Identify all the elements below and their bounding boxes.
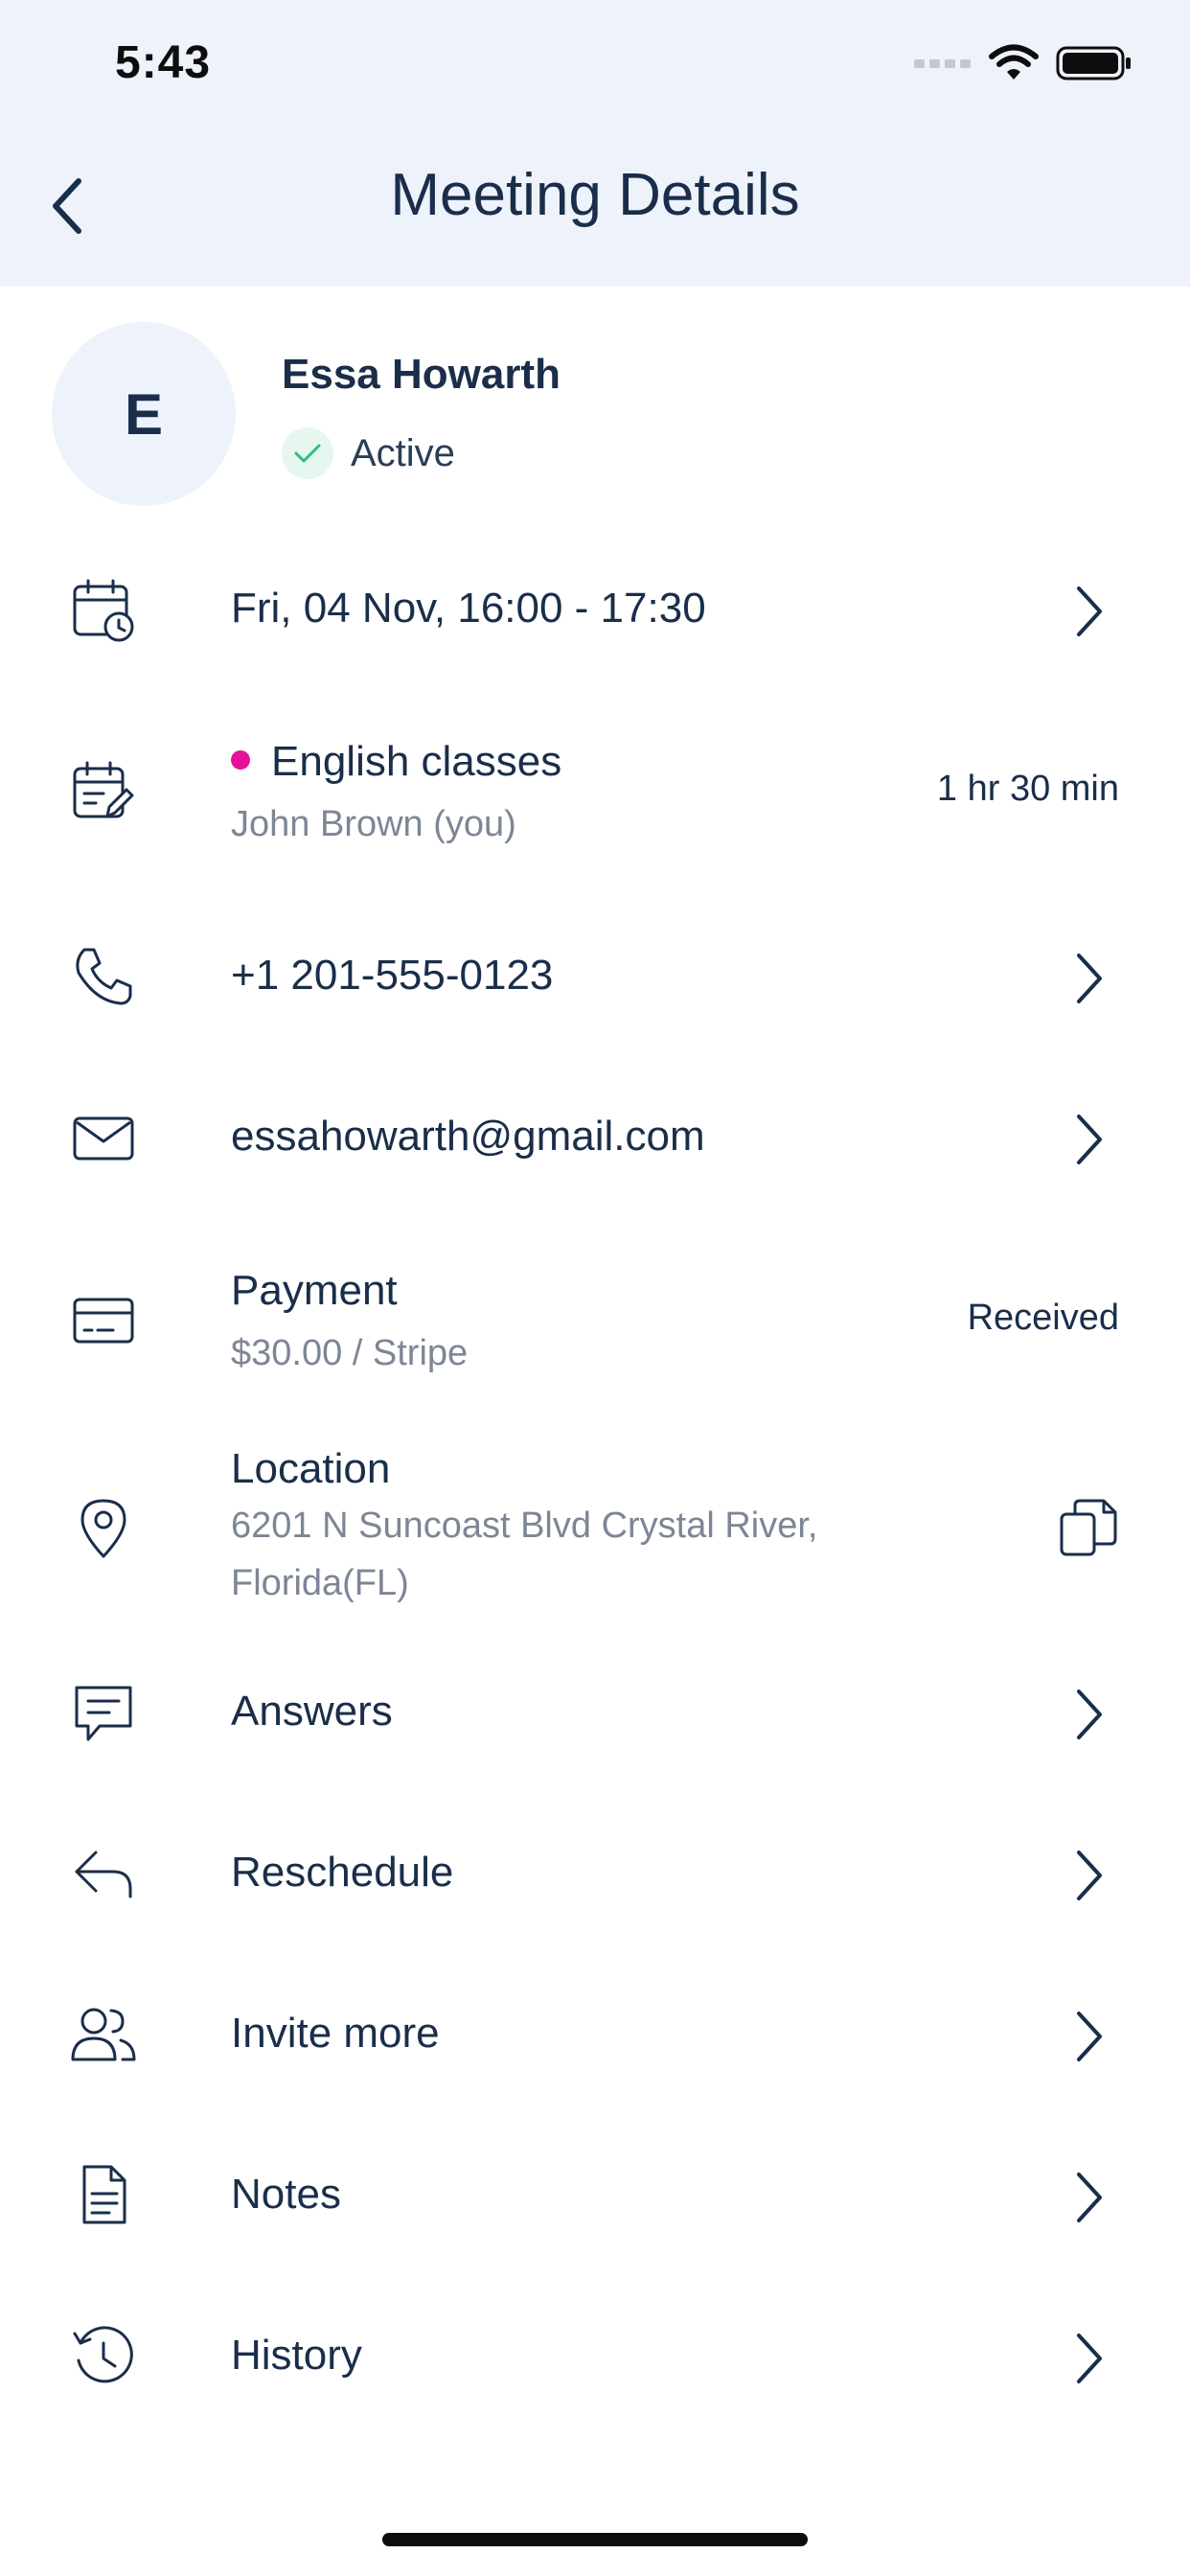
phone-row[interactable]: +1 201-555-0123 — [0, 925, 1190, 1030]
location-address-line2: Florida(FL) — [231, 1563, 409, 1603]
location-title: Location — [231, 1445, 391, 1492]
phone-icon — [76, 948, 132, 1005]
chevron-right-icon — [1077, 1690, 1102, 1739]
notes-label: Notes — [231, 2171, 341, 2218]
datetime-text: Fri, 04 Nov, 16:00 - 17:30 — [231, 585, 706, 632]
location-address-line1: 6201 N Suncoast Blvd Crystal River, — [231, 1506, 818, 1546]
event-duration: 1 hr 30 min — [936, 769, 1119, 809]
answers-label: Answers — [231, 1688, 393, 1735]
signal-icon — [914, 59, 971, 68]
chevron-right-icon — [1077, 586, 1102, 636]
users-icon — [71, 2008, 136, 2061]
home-indicator[interactable] — [382, 2533, 808, 2546]
calendar-edit-icon — [73, 761, 134, 818]
payment-status: Received — [967, 1298, 1119, 1338]
chevron-right-icon — [1077, 954, 1102, 1003]
payment-amount: $30.00 / Stripe — [231, 1333, 469, 1373]
status-text: Active — [351, 431, 455, 474]
chevron-right-icon — [1077, 1115, 1102, 1164]
chevron-right-icon — [1077, 2173, 1102, 2222]
document-icon — [82, 2165, 126, 2224]
history-label: History — [231, 2332, 362, 2379]
credit-card-icon — [73, 1298, 134, 1344]
map-pin-icon — [80, 1499, 126, 1558]
reschedule-label: Reschedule — [231, 1849, 454, 1896]
contact-name: Essa Howarth — [282, 351, 561, 398]
payment-row: Payment $30.00 / Stripe Received — [0, 1259, 1190, 1384]
calendar-clock-icon — [73, 579, 134, 642]
payment-title: Payment — [231, 1267, 398, 1314]
event-host: John Brown (you) — [231, 804, 516, 844]
email-row[interactable]: essahowarth@gmail.com — [0, 1086, 1190, 1191]
answers-row[interactable]: Answers — [0, 1661, 1190, 1766]
chevron-right-icon — [1077, 1851, 1102, 1900]
notes-row[interactable]: Notes — [0, 2144, 1190, 2249]
datetime-row[interactable]: Fri, 04 Nov, 16:00 - 17:30 — [0, 558, 1190, 663]
copy-icon[interactable] — [1058, 1497, 1119, 1558]
history-row[interactable]: History — [0, 2305, 1190, 2410]
history-icon — [73, 2326, 133, 2383]
chevron-right-icon — [1077, 2334, 1102, 2383]
message-icon — [75, 1686, 132, 1741]
mail-icon — [73, 1116, 134, 1161]
page-title: Meeting Details — [390, 162, 800, 228]
location-row: Location 6201 N Suncoast Blvd Crystal Ri… — [0, 1438, 1190, 1620]
phone-text: +1 201-555-0123 — [231, 952, 554, 999]
chevron-right-icon — [1077, 2012, 1102, 2061]
email-text: essahowarth@gmail.com — [231, 1113, 705, 1160]
contact-profile: E Essa Howarth Active — [0, 316, 1190, 508]
event-row: English classes John Brown (you) 1 hr 30… — [0, 730, 1190, 855]
invite-label: Invite more — [231, 2010, 440, 2057]
status-badge: Active — [282, 427, 455, 479]
reply-icon — [75, 1851, 132, 1898]
status-time: 5:43 — [115, 37, 212, 88]
wifi-icon — [989, 44, 1039, 80]
avatar: E — [52, 322, 236, 506]
top-bar: 5:43 Meeting Details — [0, 0, 1190, 287]
status-icons — [914, 42, 1133, 84]
check-icon — [282, 427, 333, 479]
reschedule-row[interactable]: Reschedule — [0, 1822, 1190, 1927]
invite-row[interactable]: Invite more — [0, 1983, 1190, 2088]
event-title: English classes — [271, 738, 562, 785]
event-color-dot — [231, 750, 250, 770]
battery-icon — [1056, 46, 1131, 80]
